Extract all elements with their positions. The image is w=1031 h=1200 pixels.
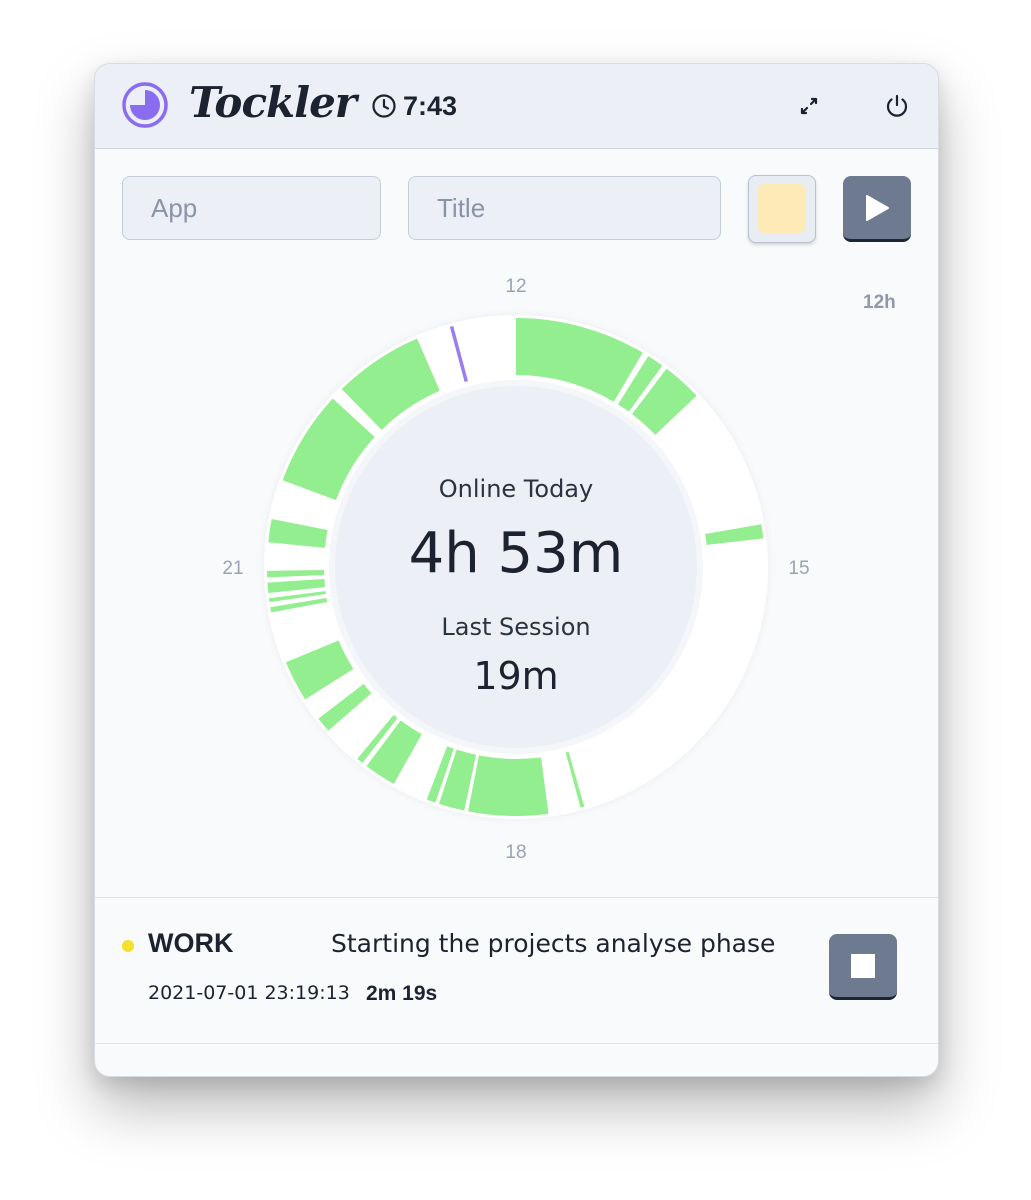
- start-task-button[interactable]: [843, 176, 911, 242]
- title-filter-input[interactable]: [408, 176, 721, 240]
- app-brand: Tockler: [189, 78, 357, 127]
- task-status-dot: [122, 940, 134, 952]
- clock-display: 7:43: [371, 90, 457, 122]
- task-duration: 2m 19s: [366, 982, 438, 1005]
- app-filter-input[interactable]: [122, 176, 381, 240]
- task-start-time: 2021-07-01 23:19:13: [148, 982, 350, 1004]
- hour-label-12: 12: [505, 276, 526, 297]
- task-title: Starting the projects analyse phase: [331, 929, 776, 958]
- task-tag: WORK: [148, 928, 234, 958]
- online-today-label: Online Today: [439, 475, 593, 503]
- header-bar: Tockler 7:43: [95, 64, 938, 149]
- last-session-label: Last Session: [441, 613, 590, 641]
- hour-label-18: 18: [505, 842, 526, 863]
- online-clock-chart: 12 15 18 21 Online Today 4h 53m Last Ses…: [222, 276, 809, 863]
- hour-label-21: 21: [222, 558, 243, 579]
- color-picker-button[interactable]: [748, 175, 816, 243]
- clock-icon: [372, 94, 396, 118]
- expand-arrows-icon: [800, 97, 818, 115]
- stop-icon: [851, 953, 875, 978]
- stop-task-button[interactable]: [829, 934, 897, 1000]
- section-divider: [95, 897, 938, 898]
- power-icon: [886, 94, 908, 117]
- hour-label-15: 15: [788, 558, 809, 579]
- app-window: Tockler 7:43 12h: [94, 63, 939, 1077]
- last-session-value: 19m: [473, 654, 558, 698]
- play-icon: [866, 194, 889, 221]
- clock-time: 7:43: [403, 90, 458, 121]
- online-today-value: 4h 53m: [409, 521, 624, 586]
- color-swatch: [757, 184, 806, 233]
- power-button[interactable]: [881, 90, 913, 122]
- pie-logo-icon: [122, 82, 168, 128]
- expand-button[interactable]: [793, 90, 825, 122]
- footer-divider: [95, 1043, 938, 1044]
